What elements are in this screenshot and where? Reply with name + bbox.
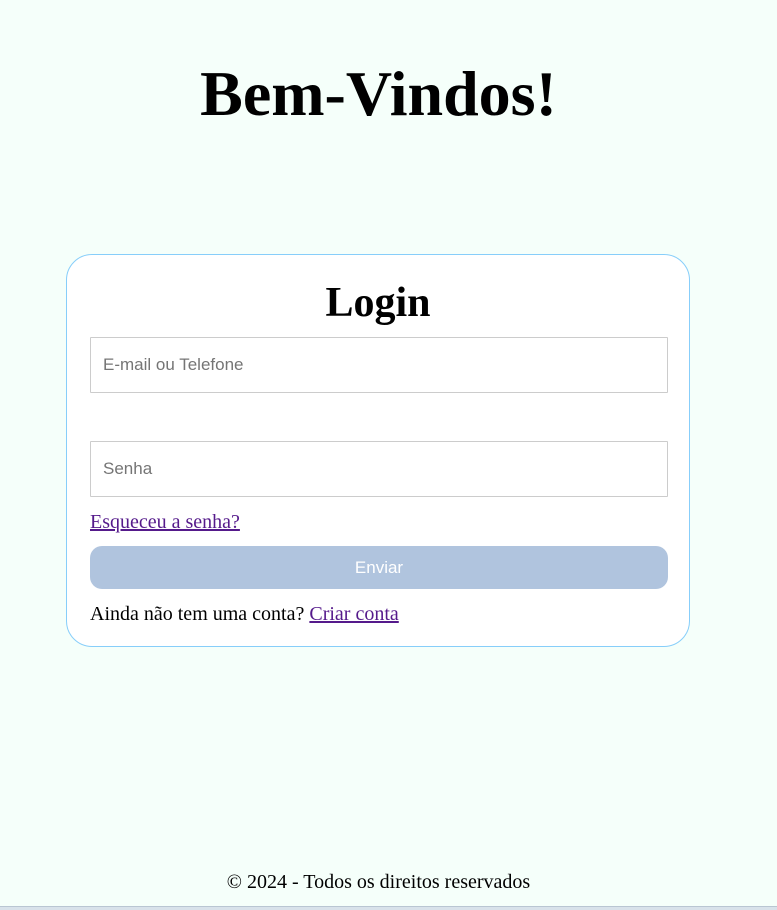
email-or-phone-input[interactable] — [90, 337, 668, 393]
password-input[interactable] — [90, 441, 668, 497]
footer-copyright: © 2024 - Todos os direitos reservados — [226, 871, 531, 893]
welcome-title: Bem-Vindos! — [200, 58, 557, 129]
login-title: Login — [325, 280, 431, 326]
create-account-link[interactable]: Criar conta — [309, 603, 398, 625]
login-card: Login Esqueceu a senha? Enviar Ainda não… — [66, 254, 690, 647]
submit-button[interactable]: Enviar — [90, 546, 668, 589]
window-bottom-edge — [0, 906, 777, 910]
no-account-text: Ainda não tem uma conta? — [90, 603, 305, 625]
signup-prompt: Ainda não tem uma conta? Criar conta — [90, 602, 399, 626]
forgot-password-link[interactable]: Esqueceu a senha? — [90, 510, 240, 534]
